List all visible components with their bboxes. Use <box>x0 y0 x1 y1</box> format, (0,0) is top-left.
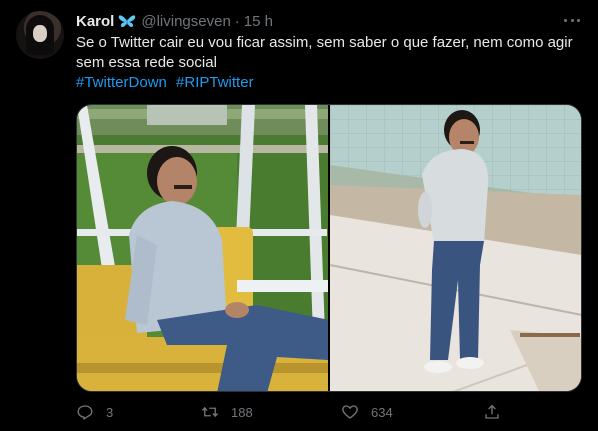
tweet[interactable]: Karol @livingseven · 15 h Se o Twitter c… <box>0 0 598 431</box>
tweet-text-line-1: Se o Twitter cair eu vou ficar assim, se… <box>76 34 573 51</box>
handle[interactable]: @livingseven <box>141 13 230 30</box>
tweet-actions: 3 188 634 <box>76 402 506 422</box>
retweet-count: 188 <box>231 404 253 420</box>
photo-man-standing[interactable] <box>330 105 581 391</box>
avatar[interactable] <box>16 11 64 59</box>
photo-man-on-swing[interactable] <box>77 105 328 391</box>
hashtags: #TwitterDown #RIPTwitter <box>76 73 254 93</box>
display-name[interactable]: Karol <box>76 13 114 30</box>
tweet-header: Karol @livingseven · 15 h <box>76 12 273 30</box>
hashtag-twitterdown[interactable]: #TwitterDown <box>76 74 167 91</box>
standing-scene <box>330 105 581 391</box>
dot-1 <box>564 18 567 22</box>
butterfly-icon <box>119 14 136 27</box>
heart-icon <box>342 405 358 419</box>
tweet-text: Se o Twitter cair eu vou ficar assim, se… <box>76 33 581 73</box>
tweet-text-line-2: sem essa rede social <box>76 54 217 71</box>
reply-count: 3 <box>106 404 114 420</box>
avatar-face <box>33 25 47 42</box>
reply-icon <box>77 405 93 420</box>
retweet-icon <box>201 406 219 418</box>
swing-scene <box>77 105 328 391</box>
dot-3 <box>577 18 580 22</box>
share-icon <box>485 404 499 419</box>
dot-2 <box>570 18 574 22</box>
separator: · <box>234 12 240 30</box>
share-button[interactable] <box>483 402 513 422</box>
hashtag-riptwitter[interactable]: #RIPTwitter <box>176 74 254 91</box>
reply-button[interactable]: 3 <box>76 402 113 422</box>
more-options-icon[interactable] <box>562 12 582 28</box>
like-count: 634 <box>371 404 393 420</box>
tweet-media[interactable] <box>76 104 582 392</box>
timestamp[interactable]: 15 h <box>244 13 273 30</box>
retweet-button[interactable]: 188 <box>201 402 253 422</box>
like-button[interactable]: 634 <box>341 402 393 422</box>
